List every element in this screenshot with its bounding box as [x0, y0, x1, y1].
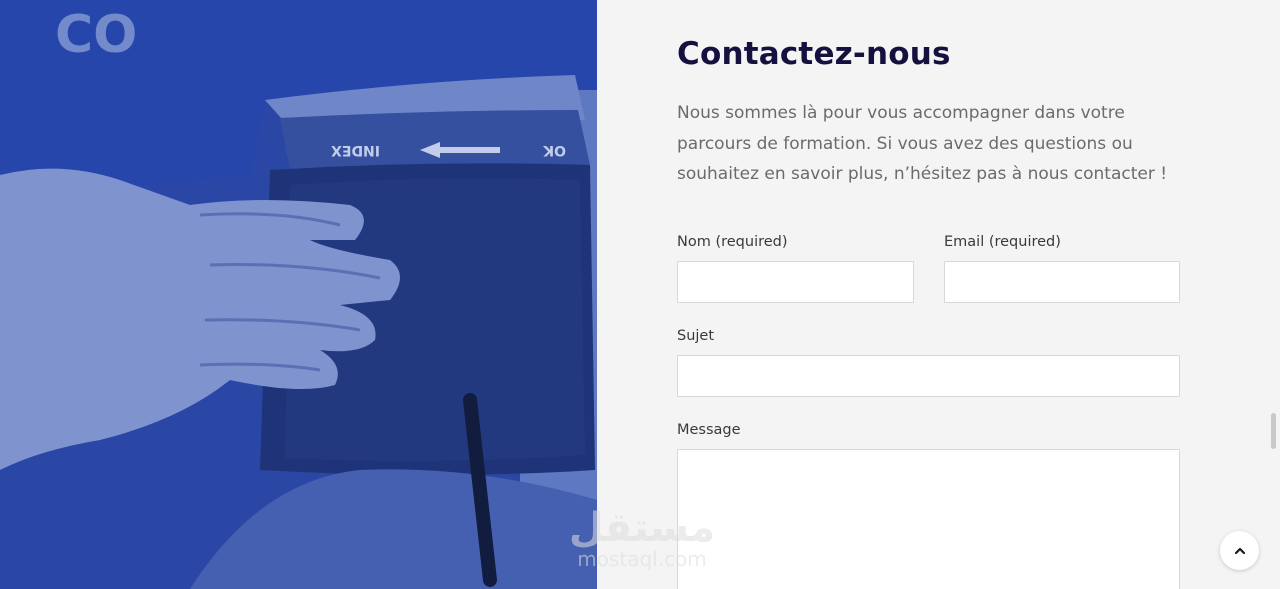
message-textarea[interactable] [677, 449, 1180, 589]
name-label: Nom (required) [677, 234, 788, 250]
page-title: Contactez-nous [677, 36, 951, 72]
page-scrollbar-thumb[interactable] [1271, 413, 1276, 449]
subject-input[interactable] [677, 355, 1180, 397]
intro-text: Nous sommes là pour vous accompagner dan… [677, 103, 1168, 184]
cuff-ok-mark: OK [542, 142, 566, 158]
hero-photo: CO INDEX OK [0, 0, 597, 589]
watermark: مستقل mostaql.com [562, 508, 722, 570]
shirt-print: CO [55, 5, 137, 65]
chevron-up-icon [1234, 547, 1245, 554]
contact-section: Contactez-nous Nous sommes là pour vous … [597, 0, 1280, 589]
name-input[interactable] [677, 261, 914, 303]
watermark-url: mostaql.com [577, 547, 707, 571]
watermark-logo: مستقل [568, 505, 716, 551]
cuff-brand: INDEX [331, 142, 380, 158]
message-label: Message [677, 422, 741, 438]
email-input[interactable] [944, 261, 1180, 303]
email-label: Email (required) [944, 234, 1061, 250]
blood-pressure-illustration: CO INDEX OK [0, 0, 597, 589]
subject-label: Sujet [677, 328, 715, 344]
back-to-top-button[interactable] [1220, 531, 1259, 570]
